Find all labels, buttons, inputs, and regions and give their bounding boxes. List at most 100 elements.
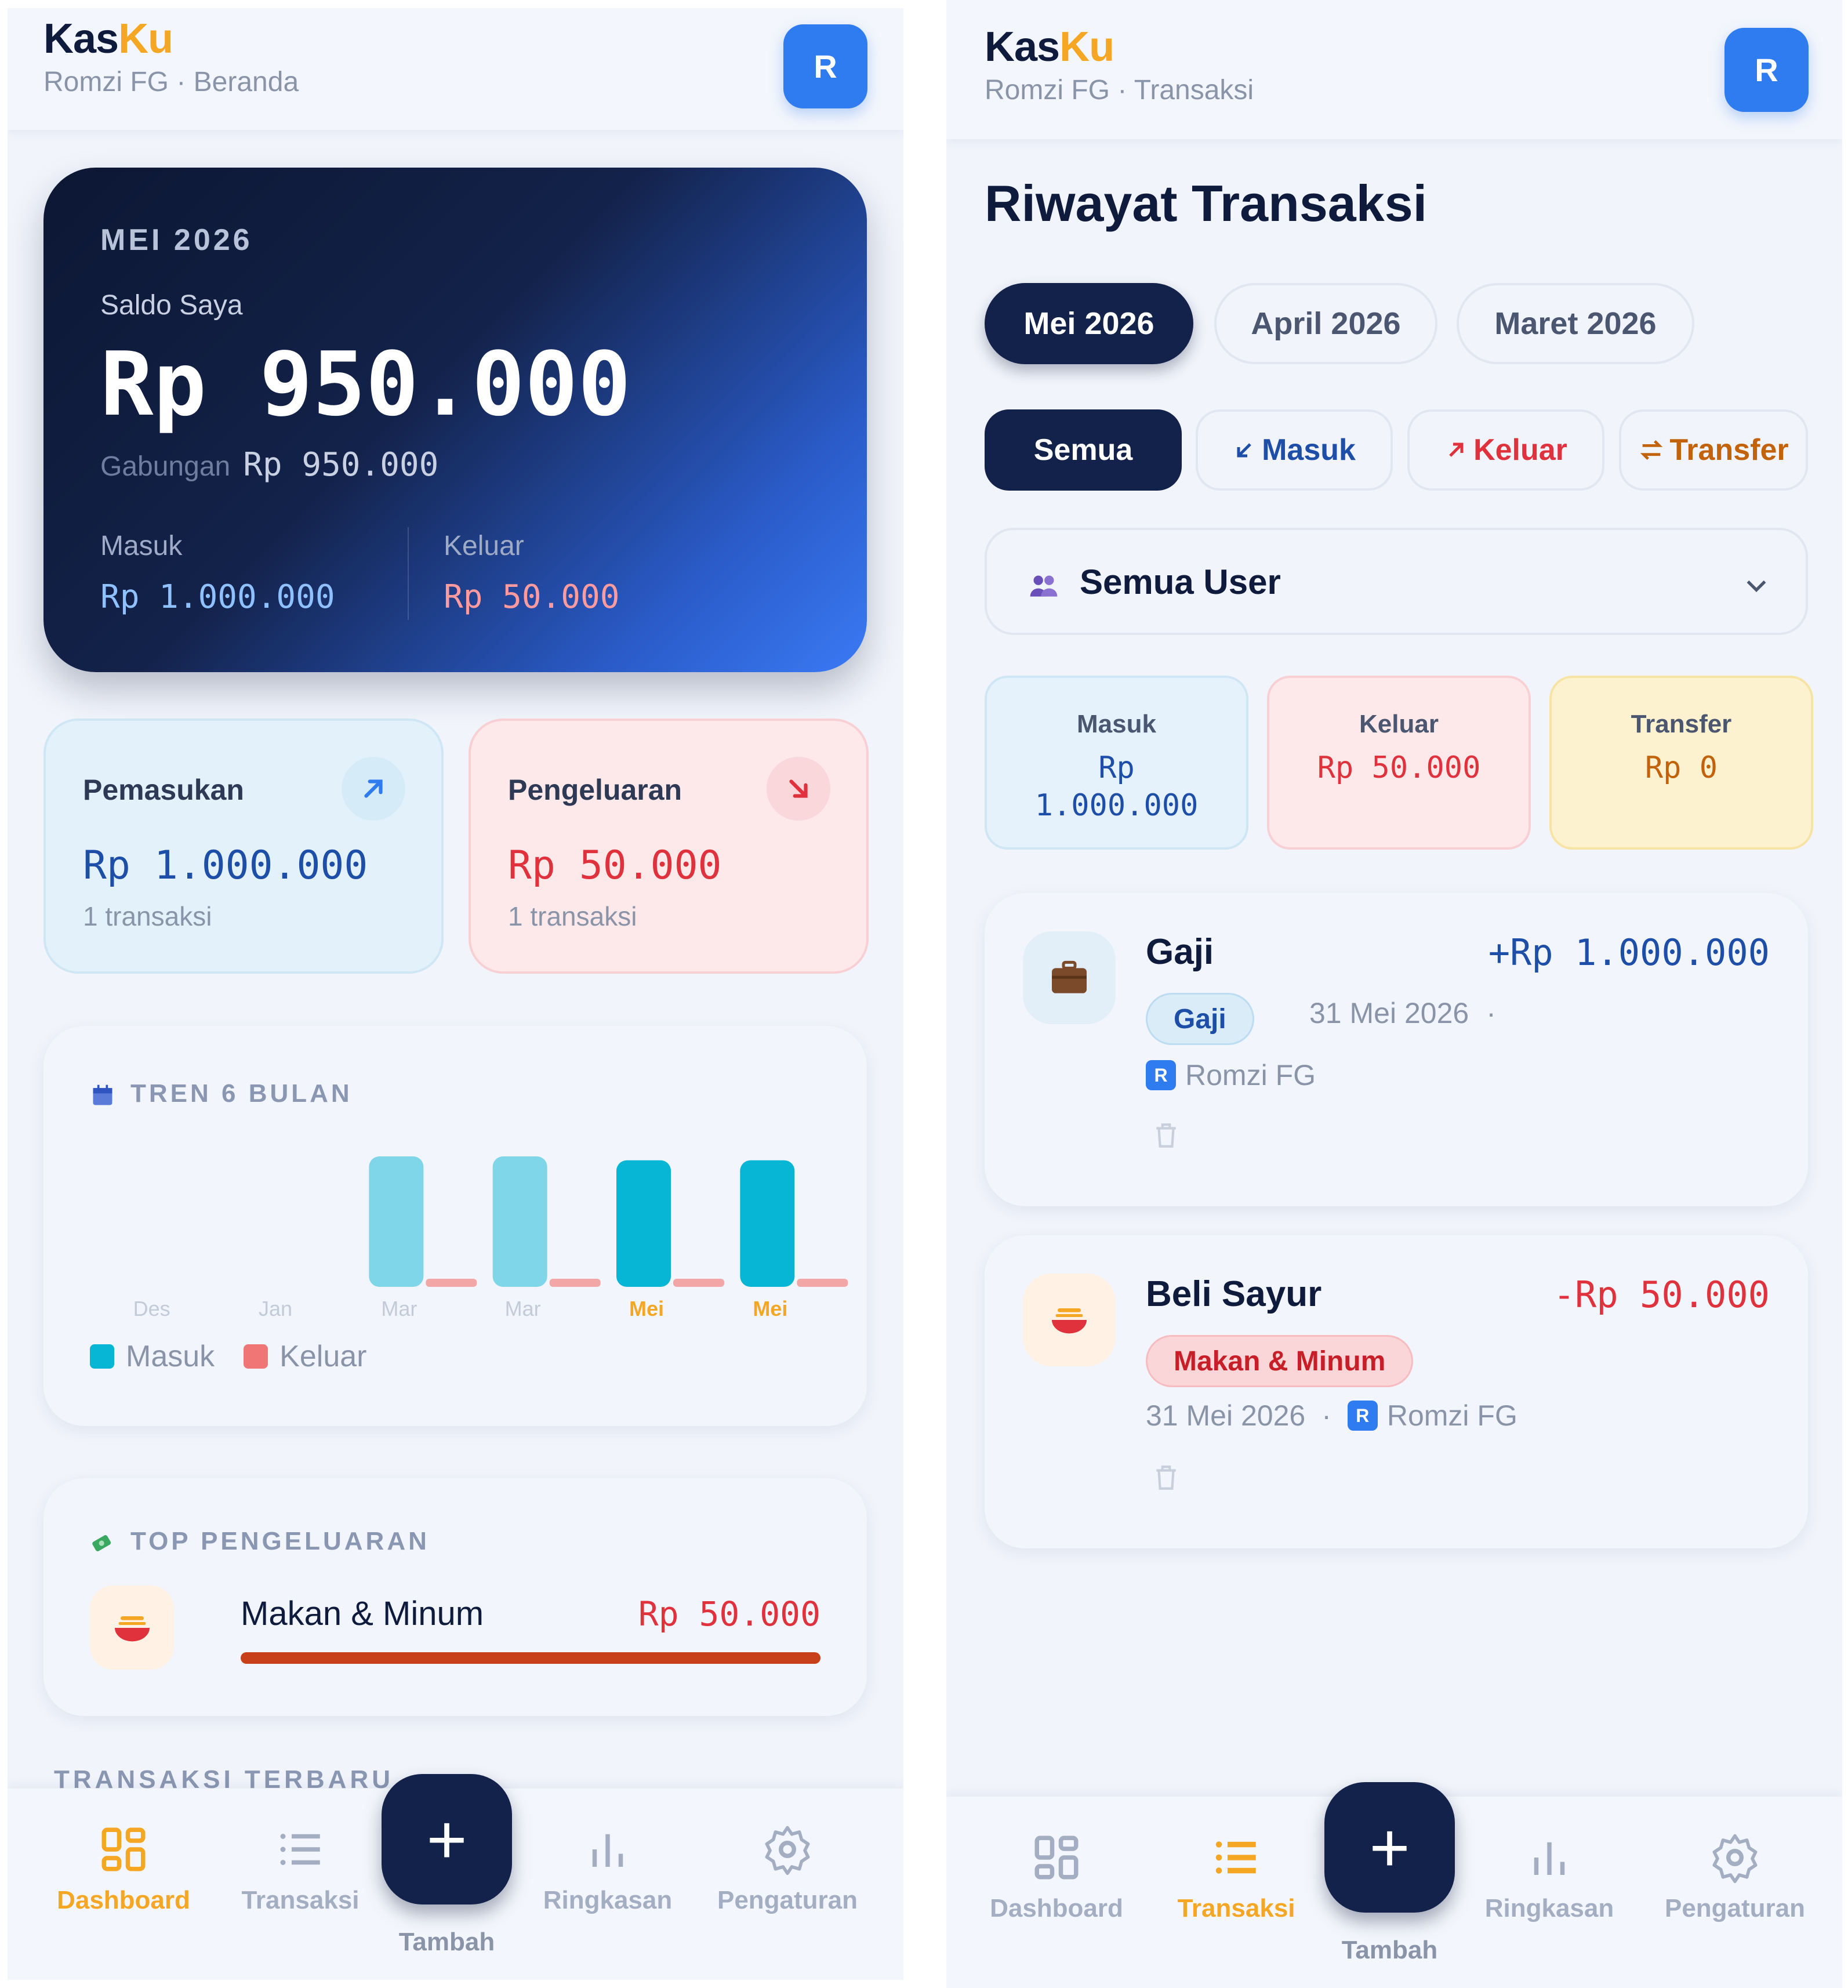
transaction-amount: -Rp 50.000	[1553, 1274, 1770, 1316]
dashboard-screen: KasKu Romzi FG · Beranda R MEI 2026 Sald…	[8, 8, 903, 1980]
transaction-user: R Romzi FG	[1146, 1058, 1316, 1092]
chevron-down-icon	[1747, 580, 1766, 593]
user-badge: R	[1347, 1401, 1378, 1431]
combined-balance: Gabungan Rp 950.000	[100, 446, 439, 484]
nav-summary[interactable]: Ringkasan	[527, 1823, 689, 1915]
nav-transactions[interactable]: Transaksi	[1155, 1831, 1317, 1923]
users-icon	[1030, 575, 1058, 597]
trash-icon[interactable]	[1152, 1461, 1181, 1494]
money-icon	[92, 1535, 111, 1551]
gear-icon	[1712, 1834, 1758, 1884]
expense-card[interactable]: Pengeluaran Rp 50.000 1 transaksi	[469, 719, 869, 974]
chart-legend: Masuk Keluar	[90, 1339, 395, 1374]
nav-dashboard[interactable]: Dashboard	[42, 1823, 205, 1915]
income-title: Pemasukan	[83, 774, 244, 806]
header-subtitle: Romzi FG · Beranda	[43, 67, 299, 97]
month-tab-march[interactable]: Maret 2026	[1457, 283, 1694, 364]
dashboard-icon	[1034, 1835, 1079, 1880]
nav-summary[interactable]: Ringkasan	[1468, 1831, 1631, 1923]
transaction-title: Beli Sayur	[1146, 1274, 1322, 1314]
bar-keluar	[549, 1279, 601, 1287]
bar-keluar	[426, 1279, 477, 1287]
bar-masuk	[369, 1156, 424, 1287]
trend-bar-chart: Des Jan Mar Mar Mei Mei	[133, 1156, 848, 1321]
summary-in: Masuk Rp 1.000.000	[985, 676, 1248, 850]
dashboard-icon	[101, 1827, 146, 1871]
x-tick-label: Mei	[753, 1297, 787, 1321]
filter-transfer[interactable]: Transfer	[1619, 409, 1808, 491]
arrow-up-right-icon	[1449, 442, 1464, 457]
swap-icon	[1640, 440, 1663, 460]
transaction-item[interactable]: Gaji +Rp 1.000.000 Gaji 31 Mei 2026 · R Ro…	[985, 893, 1808, 1206]
user-select[interactable]: Semua User	[985, 528, 1808, 635]
month-tab-april[interactable]: April 2026	[1214, 283, 1437, 364]
income-value: Rp 1.000.000	[83, 843, 368, 888]
filter-in[interactable]: Masuk	[1196, 409, 1393, 491]
income-card[interactable]: Pemasukan Rp 1.000.000 1 transaksi	[43, 719, 444, 974]
avatar[interactable]: R	[1724, 28, 1809, 112]
header-subtitle: Romzi FG · Transaksi	[985, 75, 1254, 106]
category-badge: Gaji	[1146, 993, 1254, 1045]
transaction-amount: +Rp 1.000.000	[1488, 931, 1770, 974]
user-select-value: Semua User	[1080, 563, 1281, 601]
bar-masuk	[740, 1160, 795, 1287]
bar-chart-icon	[592, 1834, 623, 1867]
balance-card: MEI 2026 Saldo Saya Rp 950.000 Gabungan R…	[43, 168, 867, 672]
top-spending-name: Makan & Minum	[241, 1595, 484, 1633]
trash-icon[interactable]	[1152, 1119, 1181, 1152]
briefcase-icon	[1023, 931, 1116, 1024]
balance-income: Masuk Rp 1.000.000	[100, 531, 335, 616]
arrow-up-right-icon	[342, 757, 405, 821]
balance-divider	[408, 527, 409, 620]
nav-settings[interactable]: Pengaturan	[706, 1823, 869, 1915]
legend-item-out: Keluar	[244, 1339, 366, 1374]
avatar[interactable]: R	[783, 24, 867, 108]
nav-dashboard[interactable]: Dashboard	[975, 1831, 1138, 1923]
transaction-item[interactable]: Beli Sayur -Rp 50.000 Makan & Minum 31 M…	[985, 1235, 1808, 1548]
summary-transfer: Transfer Rp 0	[1549, 676, 1813, 850]
expense-value: Rp 50.000	[508, 843, 722, 888]
top-spending-title: TOP PENGELUARAN	[130, 1527, 430, 1555]
app-header: KasKu Romzi FG · Beranda R	[8, 8, 903, 130]
filter-all[interactable]: Semua	[985, 409, 1182, 491]
category-badge: Makan & Minum	[1146, 1335, 1414, 1387]
list-icon	[1215, 1841, 1256, 1874]
trend-card: TREN 6 BULAN Des Jan Mar Mar Mei Mei Masuk Ke…	[43, 1026, 867, 1426]
expense-title: Pengeluaran	[508, 774, 682, 806]
transactions-screen: KasKu Romzi FG · Transaksi R Riwayat Tra…	[946, 0, 1842, 1988]
x-tick-label: Mar	[381, 1297, 417, 1321]
transaction-date: 31 Mei 2026 ·	[1309, 997, 1496, 1029]
app-logo: KasKu	[43, 16, 173, 62]
bottom-nav: Dashboard Transaksi + Tambah Ringkasan P…	[946, 1782, 1842, 1988]
add-label: Tambah	[398, 1928, 495, 1956]
bar-keluar	[797, 1279, 848, 1287]
income-count: 1 transaksi	[83, 901, 212, 931]
bar-masuk	[616, 1160, 671, 1287]
x-tick-label: Mei	[629, 1297, 664, 1321]
balance-label: Saldo Saya	[100, 290, 243, 321]
add-button[interactable]: +	[1324, 1782, 1455, 1913]
arrow-down-right-icon	[767, 757, 830, 821]
bar-masuk	[492, 1156, 547, 1287]
list-icon	[280, 1834, 320, 1865]
filter-out[interactable]: Keluar	[1407, 409, 1604, 491]
app-logo: KasKu	[985, 24, 1114, 70]
nav-transactions[interactable]: Transaksi	[219, 1823, 382, 1915]
balance-amount: Rp 950.000	[100, 333, 631, 436]
add-label: Tambah	[1341, 1936, 1438, 1964]
bottom-nav: Dashboard Transaksi + Tambah Ringkasan P…	[8, 1774, 903, 1980]
expense-count: 1 transaksi	[508, 901, 637, 931]
add-button[interactable]: +	[382, 1774, 512, 1904]
x-tick-label: Des	[133, 1297, 170, 1321]
month-tab-may[interactable]: Mei 2026	[985, 283, 1193, 364]
page-title: Riwayat Transaksi	[985, 175, 1428, 232]
x-tick-label: Jan	[259, 1297, 292, 1321]
top-spending-bar	[241, 1652, 820, 1664]
top-spending-card: TOP PENGELUARAN Makan & Minum Rp 50.000	[43, 1478, 867, 1716]
food-bowl-icon	[1023, 1274, 1116, 1366]
bar-keluar	[673, 1279, 724, 1287]
nav-settings[interactable]: Pengaturan	[1654, 1831, 1816, 1923]
arrow-down-left-icon	[1237, 443, 1251, 458]
balance-expense: Keluar Rp 50.000	[444, 531, 620, 616]
transaction-title: Gaji	[1146, 932, 1214, 972]
